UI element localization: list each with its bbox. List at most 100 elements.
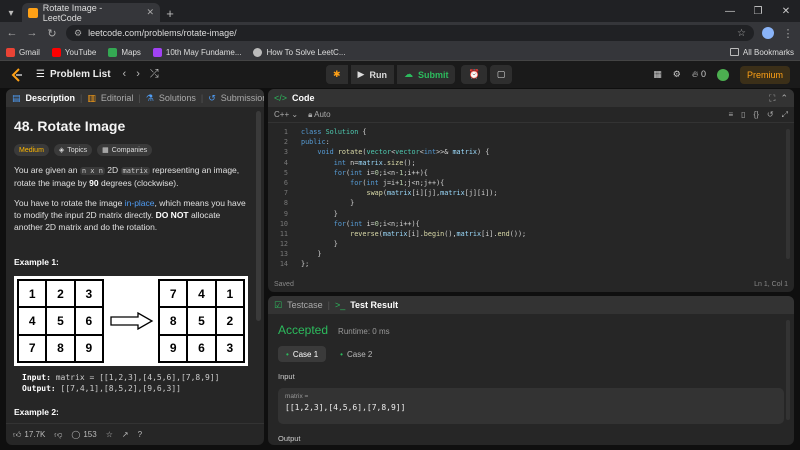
line-number: 11 <box>279 229 288 238</box>
bookmark-gmail[interactable]: Gmail <box>6 47 40 57</box>
bookmark-icon[interactable]: ▯ <box>741 110 745 120</box>
tab-test-result[interactable]: Test Result <box>350 300 398 310</box>
tab-description[interactable]: Description <box>26 93 76 103</box>
help-icon[interactable]: ? <box>138 430 142 439</box>
case-1-tab[interactable]: • Case 1 <box>278 346 327 362</box>
shuffle-icon[interactable]: ⤮ <box>150 68 159 81</box>
site-info-icon[interactable]: ⚙ <box>74 28 82 39</box>
example-1-title: Example 1: <box>14 257 59 267</box>
example-1-io: Input: matrix = [[1,2,3],[4,5,6],[7,8,9]… <box>22 373 220 393</box>
terminal-icon: >_ <box>334 300 346 310</box>
line-number: 4 <box>283 158 288 167</box>
code-line[interactable]: 9 } <box>268 209 794 219</box>
minimize-icon[interactable]: — <box>716 0 744 22</box>
language-select[interactable]: C++ ⌄ <box>274 110 298 119</box>
code-text: for(int i=0;i<n-1;i++){ <box>333 168 428 177</box>
problem-list-button[interactable]: ☰ Problem List <box>36 69 111 80</box>
code-line[interactable]: 10 for(int i=0;i<n;i++){ <box>268 219 794 229</box>
code-line[interactable]: 8 } <box>268 198 794 208</box>
debug-button[interactable]: ✱ <box>326 65 348 84</box>
share-icon[interactable]: ↗ <box>122 430 129 439</box>
code-line[interactable]: 2 public: <box>268 137 794 147</box>
tab-submissions[interactable]: Submissions <box>221 93 264 103</box>
fire-icon: 🔥︎ <box>691 69 699 79</box>
in-place-link[interactable]: in-place <box>125 198 155 208</box>
leetcode-favicon <box>28 7 38 18</box>
tab-editorial[interactable]: Editorial <box>101 93 134 103</box>
timer-button[interactable]: ⏰ <box>461 65 487 84</box>
bookmark-leetcode-guide[interactable]: How To Solve LeetC... <box>253 47 346 57</box>
line-number: 12 <box>279 240 288 249</box>
code-tab[interactable]: Code <box>292 93 315 103</box>
close-window-icon[interactable]: ✕ <box>772 0 800 22</box>
code-line[interactable]: 3 void rotate(vector<vector<int>>& matri… <box>268 147 794 157</box>
tab-solutions[interactable]: Solutions <box>159 93 196 103</box>
all-bookmarks[interactable]: All Bookmarks <box>729 48 794 57</box>
code-line[interactable]: 12 } <box>268 239 794 249</box>
url-text: leetcode.com/problems/rotate-image/ <box>88 28 237 38</box>
code-editor[interactable]: 1 class Solution {2 public: 3 void rotate(v… <box>268 123 794 268</box>
browser-menu-icon[interactable]: ⋮ <box>782 27 794 40</box>
code-line[interactable]: 5 for(int i=0;i<n-1;i++){ <box>268 168 794 178</box>
code-text: } <box>301 250 322 259</box>
prev-problem-icon[interactable]: ‹ <box>123 68 127 81</box>
run-button[interactable]: ▶ Run <box>350 65 394 84</box>
code-line[interactable]: 14}; <box>268 259 794 269</box>
bookmark-fundamentals[interactable]: 10th May Fundame... <box>152 47 241 57</box>
collapse-panel-icon[interactable]: ⌃ <box>780 93 788 104</box>
bookmark-maps[interactable]: Maps <box>108 47 141 57</box>
code-line[interactable]: 13 } <box>268 249 794 259</box>
braces-icon[interactable]: {} <box>754 110 759 120</box>
bookmark-star-icon[interactable]: ☆ <box>737 28 746 39</box>
code-line[interactable]: 7 swap(matrix[i][j],matrix[j][i]); <box>268 188 794 198</box>
code-line[interactable]: 1 class Solution { <box>268 127 794 137</box>
settings-gear-icon[interactable]: ⚙ <box>673 69 681 80</box>
comments-button[interactable]: ◯ 153 <box>71 430 96 439</box>
reload-icon[interactable]: ↻ <box>46 27 58 40</box>
reset-code-icon[interactable]: ↺ <box>767 110 774 120</box>
streak-counter[interactable]: 🔥︎ 0 <box>692 69 706 80</box>
bookmark-youtube[interactable]: YouTube <box>51 47 96 57</box>
favorite-star-icon[interactable]: ☆ <box>106 430 113 439</box>
browser-tab[interactable]: Rotate Image - LeetCode ✕ <box>22 3 160 23</box>
notes-button[interactable]: ▢ <box>489 65 513 84</box>
new-tab-button[interactable]: + <box>160 4 180 22</box>
next-problem-icon[interactable]: › <box>136 68 140 81</box>
auto-mode[interactable]: 🔒︎ Auto <box>308 110 331 120</box>
submit-button[interactable]: ☁ Submit <box>396 65 456 84</box>
topics-tag[interactable]: ◈ Topics <box>53 144 93 156</box>
dislike-button[interactable]: 👎︎ <box>54 430 62 440</box>
back-icon[interactable]: ← <box>6 27 18 39</box>
maximize-panel-icon[interactable]: ⛶ <box>769 93 775 104</box>
tab-search-icon[interactable]: ▾ <box>0 4 22 22</box>
format-lines-icon[interactable]: ≡ <box>728 110 733 120</box>
gmail-icon <box>6 47 15 57</box>
code-text: int n=matrix.size(); <box>333 158 416 167</box>
checkbox-icon: ☑ <box>274 299 283 310</box>
code-line[interactable]: 11 reverse(matrix[i].begin(),matrix[i].e… <box>268 229 794 239</box>
user-avatar[interactable] <box>716 68 729 81</box>
description-scrollbar[interactable] <box>256 111 261 321</box>
result-scrollbar[interactable] <box>786 320 790 420</box>
tab-testcase[interactable]: Testcase <box>287 300 323 310</box>
premium-button[interactable]: Premium <box>739 65 790 84</box>
building-icon: ▦ <box>102 147 109 154</box>
code-line[interactable]: 6 for(int j=i+1;j<n;j++){ <box>268 178 794 188</box>
forward-icon[interactable]: → <box>26 27 38 39</box>
layout-grid-icon[interactable]: ▦ <box>653 69 662 80</box>
maximize-icon[interactable]: ❐ <box>744 0 772 22</box>
accepted-status: Accepted <box>278 323 329 337</box>
profile-avatar[interactable] <box>762 27 774 39</box>
fullscreen-icon[interactable]: ⤢ <box>782 110 788 120</box>
problem-title[interactable]: 48. Rotate Image <box>14 118 246 134</box>
leetcode-logo-icon[interactable] <box>10 67 24 82</box>
url-bar[interactable]: ⚙ leetcode.com/problems/rotate-image/ ☆ <box>66 25 754 41</box>
code-line[interactable]: 4 int n=matrix.size(); <box>268 158 794 168</box>
input-box: matrix = [[1,2,3],[4,5,6],[7,8,9]] <box>278 388 784 424</box>
companies-tag[interactable]: ▦ Companies <box>97 144 153 156</box>
code-scrollbar[interactable] <box>786 129 790 259</box>
case-2-tab[interactable]: • Case 2 <box>332 346 380 362</box>
line-number: 8 <box>283 199 288 208</box>
close-tab-icon[interactable]: ✕ <box>146 7 154 18</box>
like-button[interactable]: 👍︎ 17.7K <box>13 430 45 440</box>
